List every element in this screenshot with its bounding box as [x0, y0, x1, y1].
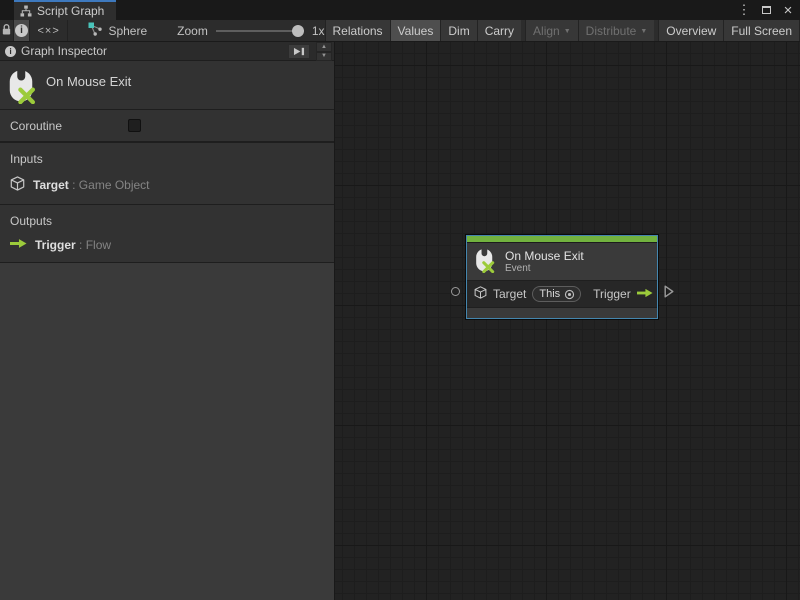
inspector-toggle-button[interactable]: i	[14, 20, 29, 41]
toolbar-button-distribute[interactable]: Distribute ▼	[578, 20, 655, 41]
flow-arrow-icon	[637, 287, 653, 301]
coroutine-row: Coroutine	[0, 110, 334, 143]
inputs-header: Inputs	[10, 152, 324, 166]
stepper-down-button[interactable]: ▼	[316, 52, 332, 62]
inspector-empty-area	[0, 263, 334, 600]
cube-icon	[474, 286, 487, 302]
chevron-down-icon: ▼	[564, 28, 571, 35]
inspected-node-section: On Mouse Exit	[0, 61, 334, 110]
zoom-label: Zoom	[177, 24, 208, 38]
code-preview-button[interactable]: <×>	[30, 20, 69, 41]
window-controls: ⋮ ×	[736, 0, 796, 20]
flow-arrow-icon	[10, 238, 27, 252]
node-footer	[467, 307, 657, 318]
zoom-slider[interactable]	[216, 26, 304, 36]
output-port-type: : Flow	[79, 238, 111, 252]
target-port-label: Target	[493, 287, 526, 301]
cube-icon	[10, 176, 25, 194]
close-icon[interactable]: ×	[780, 2, 796, 18]
menu-icon[interactable]: ⋮	[736, 2, 752, 18]
this-target-chip[interactable]: This	[532, 286, 581, 302]
zoom-control: Zoom 1x	[177, 20, 324, 41]
node-port-row: Target This Trigger	[467, 280, 657, 307]
trigger-port-label: Trigger	[593, 287, 631, 301]
toolbar-button-values[interactable]: Values	[390, 20, 441, 41]
toolbar-buttons: Relations Values Dim Carry Align ▼ Distr…	[325, 20, 800, 41]
info-icon: i	[15, 24, 28, 37]
graph-inspector-panel: i Graph Inspector ▲ ▼	[0, 42, 335, 600]
inspected-node-title: On Mouse Exit	[46, 74, 131, 89]
info-icon: i	[5, 46, 16, 57]
this-chip-label: This	[539, 288, 560, 300]
zoom-value: 1x	[312, 24, 325, 38]
zoom-slider-handle[interactable]	[292, 25, 304, 37]
input-port-row: Target : Game Object	[10, 176, 324, 194]
toolbar-button-overview[interactable]: Overview	[658, 20, 723, 41]
graph-canvas[interactable]: On Mouse Exit Event Target This	[335, 42, 800, 600]
outputs-header: Outputs	[10, 214, 324, 228]
outputs-section: Outputs Trigger : Flow	[0, 205, 334, 263]
panel-title: Graph Inspector	[21, 44, 107, 58]
output-connection-port[interactable]	[664, 285, 674, 301]
lock-icon	[1, 23, 12, 39]
maximize-icon[interactable]	[758, 2, 774, 18]
on-mouse-exit-node[interactable]: On Mouse Exit Event Target This	[466, 235, 658, 319]
toolbar-button-relations[interactable]: Relations	[325, 20, 390, 41]
output-port-name: Trigger	[35, 238, 76, 252]
main-area: i Graph Inspector ▲ ▼	[0, 42, 800, 600]
event-color-bar	[467, 236, 657, 243]
coroutine-checkbox[interactable]	[128, 119, 141, 132]
graph-asset-icon	[88, 22, 102, 39]
script-graph-window: Script Graph ⋮ × i <×>	[0, 0, 800, 600]
graph-hierarchy-icon	[20, 5, 32, 17]
graph-asset-reference[interactable]: Sphere	[88, 20, 147, 41]
graph-asset-name: Sphere	[108, 24, 147, 38]
output-port-row: Trigger : Flow	[10, 238, 324, 252]
dock-panel-button[interactable]	[288, 44, 310, 59]
code-icon: <×>	[37, 25, 59, 37]
mouse-exit-icon	[8, 69, 39, 107]
tab-bar: Script Graph ⋮ ×	[0, 0, 800, 20]
graph-inspector-header: i Graph Inspector ▲ ▼	[0, 42, 334, 61]
chevron-down-icon: ▼	[640, 28, 647, 35]
object-picker-icon	[564, 289, 575, 300]
panel-stepper: ▲ ▼	[316, 42, 332, 61]
node-subtitle: Event	[505, 263, 584, 275]
node-title: On Mouse Exit	[505, 249, 584, 263]
input-connection-port[interactable]	[451, 287, 460, 296]
toolbar-button-fullscreen[interactable]: Full Screen	[723, 20, 800, 41]
toolbar-button-carry[interactable]: Carry	[477, 20, 521, 41]
coroutine-label: Coroutine	[10, 119, 62, 133]
tab-script-graph[interactable]: Script Graph	[14, 0, 116, 20]
mouse-exit-icon	[475, 248, 497, 276]
toolbar-button-align[interactable]: Align ▼	[525, 20, 578, 41]
lock-button[interactable]	[0, 20, 14, 41]
tab-label: Script Graph	[37, 4, 104, 18]
input-port-type: : Game Object	[72, 178, 149, 192]
stepper-up-button[interactable]: ▲	[316, 42, 332, 52]
dock-icon	[293, 46, 305, 57]
toolbar-button-dim[interactable]: Dim	[440, 20, 476, 41]
input-port-name: Target	[33, 178, 69, 192]
inputs-section: Inputs Target : Game Object	[0, 143, 334, 205]
node-header[interactable]: On Mouse Exit Event	[467, 243, 657, 280]
graph-toolbar: i <×> Sphere Zoom 1x	[0, 20, 800, 42]
